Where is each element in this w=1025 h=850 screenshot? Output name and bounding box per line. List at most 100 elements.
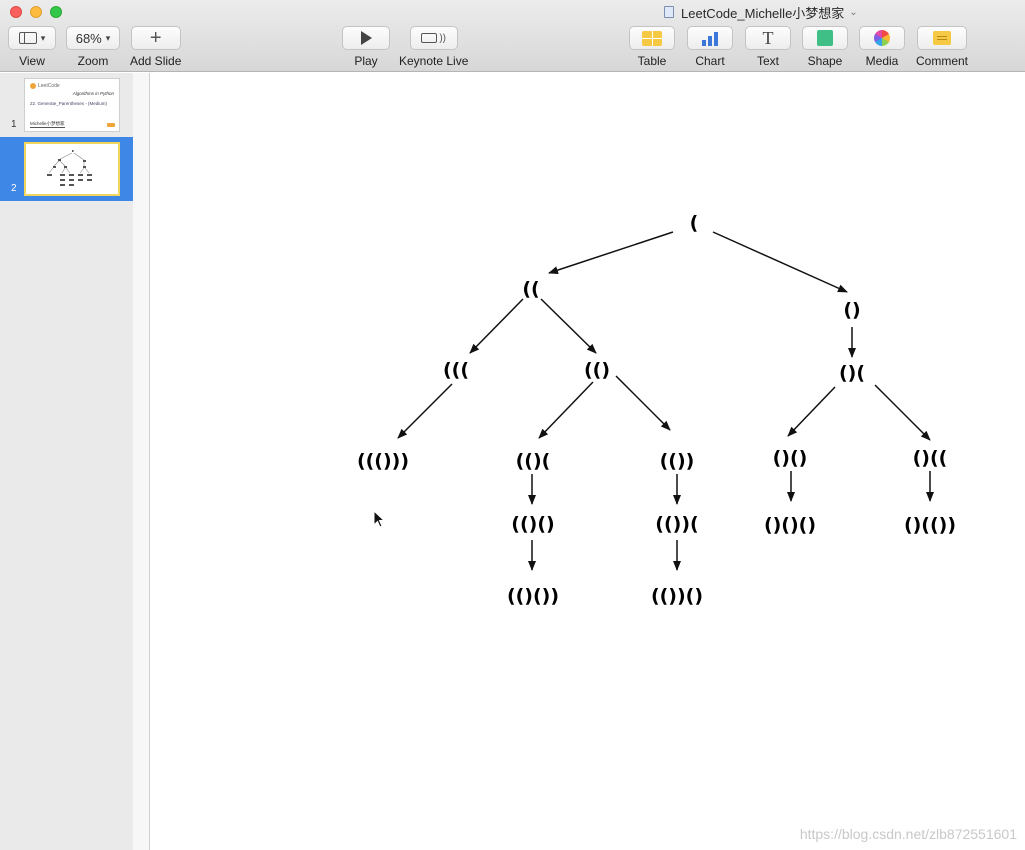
thumb-badge: [107, 123, 115, 127]
tree-node: (): [843, 299, 860, 321]
chevron-down-icon: ▾: [105, 32, 111, 43]
thumb-author: Michelle小梦想家: [30, 121, 65, 128]
shape-icon: [817, 30, 833, 46]
tree-arrow: [615, 375, 671, 431]
slide-number: 1: [11, 119, 17, 130]
media-control[interactable]: Media: [859, 26, 905, 68]
sidebar-view-icon: [18, 32, 37, 44]
navigator-splitter[interactable]: [133, 73, 150, 850]
slide-navigator: 1 LeetCode Algorithms in Python 22. Gene…: [0, 73, 133, 850]
tree-arrow: [712, 231, 848, 293]
keynote-live-label: Keynote Live: [399, 54, 469, 68]
chart-control[interactable]: Chart: [687, 26, 733, 68]
table-label: Table: [637, 54, 667, 68]
play-icon: [360, 31, 372, 45]
text-label: Text: [756, 54, 779, 68]
minimize-window-button[interactable]: [30, 6, 42, 18]
tree-arrow: [874, 384, 931, 441]
text-icon: T: [762, 28, 774, 48]
slide-thumbnail-1[interactable]: 1 LeetCode Algorithms in Python 22. Gene…: [0, 73, 133, 137]
media-label: Media: [865, 54, 899, 68]
media-button[interactable]: [859, 26, 905, 50]
slide-preview: LeetCode Algorithms in Python 22. Genera…: [24, 78, 120, 132]
comment-control[interactable]: Comment: [916, 26, 968, 68]
tree-node: (()(): [511, 513, 554, 535]
tree-arrow: [469, 298, 524, 354]
zoom-control[interactable]: 68% ▾ Zoom: [66, 26, 120, 68]
tree-arrow: [540, 298, 597, 354]
slide-preview: [24, 142, 120, 196]
tree-thumbnail: [47, 150, 92, 186]
slide-canvas[interactable]: ( (( () ((( (() ()( ((())) (()( (()) ()(…: [151, 73, 1025, 850]
table-control[interactable]: Table: [629, 26, 675, 68]
comment-button[interactable]: [917, 26, 967, 50]
zoom-label: Zoom: [77, 54, 109, 68]
table-icon: [642, 30, 662, 46]
parentheses-tree: ( (( () ((( (() ()( ((())) (()( (()) ()(…: [357, 212, 956, 607]
tree-node: ((())): [357, 450, 409, 472]
slide-thumbnail-2[interactable]: 2: [0, 137, 133, 201]
keynote-live-button[interactable]: )): [409, 26, 458, 50]
add-slide-control[interactable]: + Add Slide: [130, 26, 181, 68]
view-control[interactable]: ▾ View: [8, 26, 56, 68]
view-button[interactable]: ▾: [8, 26, 56, 50]
shape-button[interactable]: [802, 26, 848, 50]
shape-label: Shape: [807, 54, 843, 68]
keynote-window: LeetCode_Michelle小梦想家 ⌄ ▾ View 68% ▾ Zoo…: [0, 0, 1025, 850]
tree-node: (())(): [651, 585, 703, 607]
chart-button[interactable]: [687, 26, 733, 50]
tree-arrow: [548, 231, 674, 274]
shape-control[interactable]: Shape: [802, 26, 848, 68]
tree-node: (: [690, 212, 699, 234]
tree-node: ()(: [839, 362, 865, 384]
table-button[interactable]: [629, 26, 675, 50]
thumb-subtitle: 22. Generate_Parentheses - (Medium): [30, 101, 108, 106]
tree-node: ()(): [773, 447, 808, 469]
document-title-text: LeetCode_Michelle小梦想家: [681, 5, 845, 21]
text-control[interactable]: T Text: [745, 26, 791, 68]
watermark: https://blog.csdn.net/zlb872551601: [799, 826, 1017, 842]
thumb-logo-text: LeetCode: [38, 83, 60, 89]
text-button[interactable]: T: [745, 26, 791, 50]
mouse-pointer-icon: [373, 510, 386, 528]
document-title[interactable]: LeetCode_Michelle小梦想家 ⌄: [664, 4, 858, 21]
chevron-down-icon: ▾: [40, 32, 46, 43]
chart-label: Chart: [695, 54, 725, 68]
keynote-live-control[interactable]: )) Keynote Live: [399, 26, 468, 68]
comment-label: Comment: [916, 54, 969, 68]
photos-icon: [874, 30, 890, 46]
tree-node: ((: [522, 278, 539, 300]
broadcast-icon: )): [439, 32, 447, 44]
tree-arrow: [787, 386, 836, 437]
tree-arrow: [397, 383, 453, 439]
leetcode-logo-icon: [30, 83, 36, 89]
toolbar: LeetCode_Michelle小梦想家 ⌄ ▾ View 68% ▾ Zoo…: [0, 0, 1025, 72]
tree-node: ((): [584, 359, 610, 381]
leetcode-logo: LeetCode: [30, 83, 60, 89]
zoom-select[interactable]: 68% ▾: [66, 26, 120, 50]
tree-node: ()(()): [904, 514, 956, 536]
zoom-value: 68%: [75, 30, 102, 46]
tree-node: (())(: [655, 513, 698, 535]
close-window-button[interactable]: [10, 6, 22, 18]
add-slide-button[interactable]: +: [130, 26, 181, 50]
play-button[interactable]: [342, 26, 390, 50]
zoom-window-button[interactable]: [50, 6, 62, 18]
thumb-title: Algorithms in Python: [72, 91, 114, 96]
comment-icon: [933, 31, 951, 45]
bar-chart-icon: [702, 31, 718, 46]
plus-icon: +: [149, 26, 162, 49]
add-slide-label: Add Slide: [130, 54, 182, 68]
tree-node: ()()(): [764, 514, 816, 536]
chevron-down-icon: ⌄: [849, 6, 858, 18]
play-label: Play: [354, 54, 378, 68]
tree-node: (()): [660, 450, 695, 472]
slide-number: 2: [11, 183, 17, 194]
tree-node: (((: [443, 359, 469, 381]
play-control[interactable]: Play: [342, 26, 390, 68]
tree-arrow: [538, 381, 594, 439]
tree-node: (()(: [516, 450, 551, 472]
tree-node: (()()): [507, 585, 559, 607]
tree-node: ()((: [913, 447, 948, 469]
keynote-live-icon: [421, 33, 438, 43]
